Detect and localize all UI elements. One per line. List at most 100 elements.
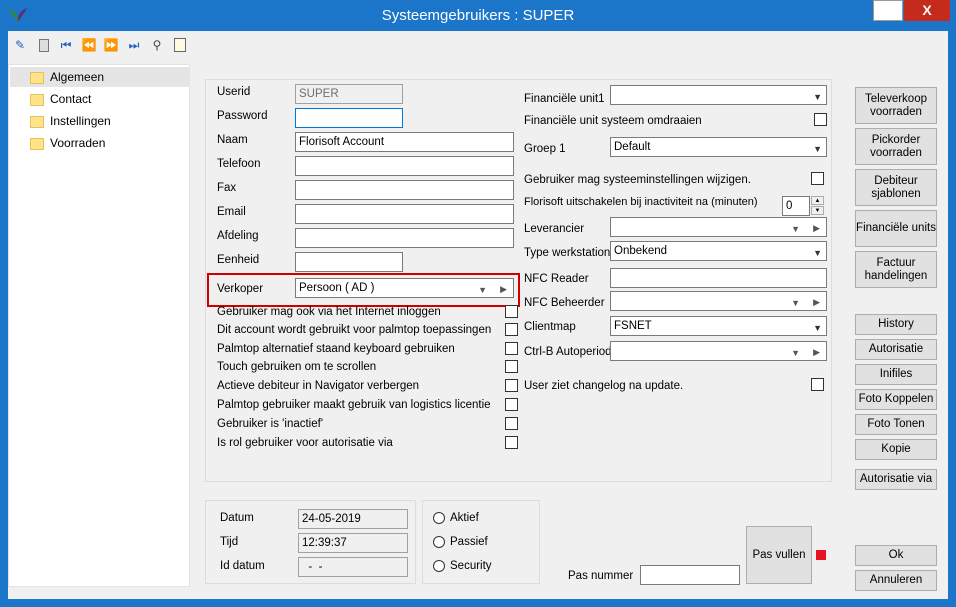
chevron-right-icon[interactable]: ▶: [813, 219, 820, 237]
folder-icon: [30, 115, 44, 128]
check-label-navigator: Actieve debiteur in Navigator verbergen: [217, 380, 420, 392]
check-label-keyboard: Palmtop alternatief staand keyboard gebr…: [217, 343, 455, 355]
foto-tonen-button[interactable]: Foto Tonen: [855, 414, 937, 435]
telefoon-field[interactable]: [295, 156, 514, 176]
datum-label: Datum: [220, 512, 254, 524]
groep1-dropdown[interactable]: Default ▼: [610, 137, 827, 157]
tree-item-algemeen[interactable]: Algemeen: [10, 67, 189, 87]
chevron-down-icon: ▼: [791, 224, 800, 234]
fin-unit1-dropdown[interactable]: ▼: [610, 85, 827, 105]
tijd-field: 12:39:37: [298, 533, 408, 553]
checkbox-palmtop[interactable]: [505, 323, 518, 336]
tree-item-contact[interactable]: Contact: [30, 89, 195, 109]
verkoper-label: Verkoper: [217, 283, 264, 295]
uitschakelen-field[interactable]: 0: [782, 196, 810, 216]
new-icon[interactable]: ✎: [11, 36, 29, 54]
checkbox-touch[interactable]: [505, 360, 518, 373]
check-label-inactief: Gebruiker is 'inactief': [217, 418, 324, 430]
check-label-internet: Gebruiker mag ook via het Internet inlog…: [217, 306, 441, 318]
radio-aktief[interactable]: [433, 512, 445, 524]
chevron-down-icon: ▼: [791, 348, 800, 358]
history-button[interactable]: History: [855, 314, 937, 335]
eenheid-field[interactable]: [295, 252, 403, 272]
factuur-handelingen-button[interactable]: Factuur handelingen: [855, 251, 937, 288]
checkbox-inactief[interactable]: [505, 417, 518, 430]
tree-item-instellingen[interactable]: Instellingen: [30, 111, 195, 131]
chevron-down-icon: ▼: [791, 298, 800, 308]
radio-security[interactable]: [433, 560, 445, 572]
checkbox-sys-wijzigen[interactable]: [811, 172, 824, 185]
fax-field[interactable]: [295, 180, 514, 200]
spin-up-icon[interactable]: ▲: [811, 196, 824, 205]
status-indicator: [816, 550, 826, 560]
pas-nummer-field[interactable]: [640, 565, 740, 585]
leverancier-dropdown[interactable]: ▼ ▶: [610, 217, 827, 237]
financiele-units-button[interactable]: Financiële units: [855, 210, 937, 247]
afdeling-field[interactable]: [295, 228, 514, 248]
foto-koppelen-button[interactable]: Foto Koppelen: [855, 389, 937, 410]
checkbox-rol[interactable]: [505, 436, 518, 449]
nfc-reader-label: NFC Reader: [524, 273, 589, 285]
verkoper-dropdown[interactable]: Persoon ( AD ) ▼ ▶: [295, 278, 514, 298]
clientmap-dropdown[interactable]: FSNET ▼: [610, 316, 827, 336]
tree-item-voorraden[interactable]: Voorraden: [30, 133, 195, 153]
naam-label: Naam: [217, 134, 248, 146]
folder-icon: [30, 71, 44, 84]
help-button[interactable]: ?: [873, 0, 903, 21]
delete-icon[interactable]: [35, 36, 53, 54]
email-field[interactable]: [295, 204, 514, 224]
userid-field: SUPER: [295, 84, 403, 104]
pas-vullen-button[interactable]: Pas vullen: [746, 526, 812, 584]
radio-label-passief: Passief: [450, 536, 488, 548]
annuleren-button[interactable]: Annuleren: [855, 570, 937, 591]
autorisatie-button[interactable]: Autorisatie: [855, 339, 937, 360]
last-icon[interactable]: ⏭: [125, 36, 143, 54]
groep1-label: Groep 1: [524, 143, 566, 155]
televerkoop-voorraden-button[interactable]: Televerkoop voorraden: [855, 87, 937, 124]
ctrlb-label: Ctrl-B Autoperiode: [524, 346, 618, 358]
prev-icon[interactable]: ⏪: [80, 36, 98, 54]
password-field[interactable]: [295, 108, 403, 128]
checkbox-fin-omdraaien[interactable]: [814, 113, 827, 126]
first-icon[interactable]: ⏮: [57, 36, 75, 54]
folder-icon: [30, 93, 44, 106]
next-icon[interactable]: ⏩: [102, 36, 120, 54]
pickorder-voorraden-button[interactable]: Pickorder voorraden: [855, 128, 937, 165]
clientmap-label: Clientmap: [524, 321, 576, 333]
debiteur-sjablonen-button[interactable]: Debiteur sjablonen: [855, 169, 937, 206]
eenheid-label: Eenheid: [217, 254, 260, 266]
afdeling-label: Afdeling: [217, 230, 259, 242]
checkbox-navigator[interactable]: [505, 379, 518, 392]
check-label-logistics: Palmtop gebruiker maakt gebruik van logi…: [217, 399, 491, 411]
radio-label-security: Security: [450, 560, 492, 572]
kopie-button[interactable]: Kopie: [855, 439, 937, 460]
type-werkstation-dropdown[interactable]: Onbekend ▼: [610, 241, 827, 261]
autorisatie-via-button[interactable]: Autorisatie via: [855, 469, 937, 490]
chevron-down-icon: ▼: [813, 323, 822, 333]
spin-down-icon[interactable]: ▼: [811, 206, 824, 215]
checkbox-keyboard[interactable]: [505, 342, 518, 355]
close-button[interactable]: X: [904, 0, 950, 21]
radio-passief[interactable]: [433, 536, 445, 548]
nfc-beheerder-dropdown[interactable]: ▼ ▶: [610, 291, 827, 311]
search-icon[interactable]: ⚲: [148, 36, 166, 54]
chevron-right-icon[interactable]: ▶: [813, 293, 820, 311]
id-datum-field: - -: [298, 557, 408, 577]
inifiles-button[interactable]: Inifiles: [855, 364, 937, 385]
checkbox-internet[interactable]: [505, 305, 518, 318]
checkbox-logistics[interactable]: [505, 398, 518, 411]
chevron-down-icon: ▼: [813, 92, 822, 102]
verkoper-value: Persoon ( AD ): [299, 282, 375, 294]
checkbox-changelog[interactable]: [811, 378, 824, 391]
notes-icon[interactable]: [171, 36, 189, 54]
uitschakelen-label: Florisoft uitschakelen bij inactiviteit …: [524, 196, 758, 208]
password-label: Password: [217, 110, 268, 122]
chevron-down-icon: ▼: [813, 144, 822, 154]
ok-button[interactable]: Ok: [855, 545, 937, 566]
chevron-right-icon[interactable]: ▶: [813, 343, 820, 361]
chevron-right-icon[interactable]: ▶: [500, 280, 507, 298]
nfc-beheerder-label: NFC Beheerder: [524, 297, 605, 309]
naam-field[interactable]: Florisoft Account: [295, 132, 514, 152]
nfc-reader-field[interactable]: [610, 268, 827, 288]
ctrlb-dropdown[interactable]: ▼ ▶: [610, 341, 827, 361]
